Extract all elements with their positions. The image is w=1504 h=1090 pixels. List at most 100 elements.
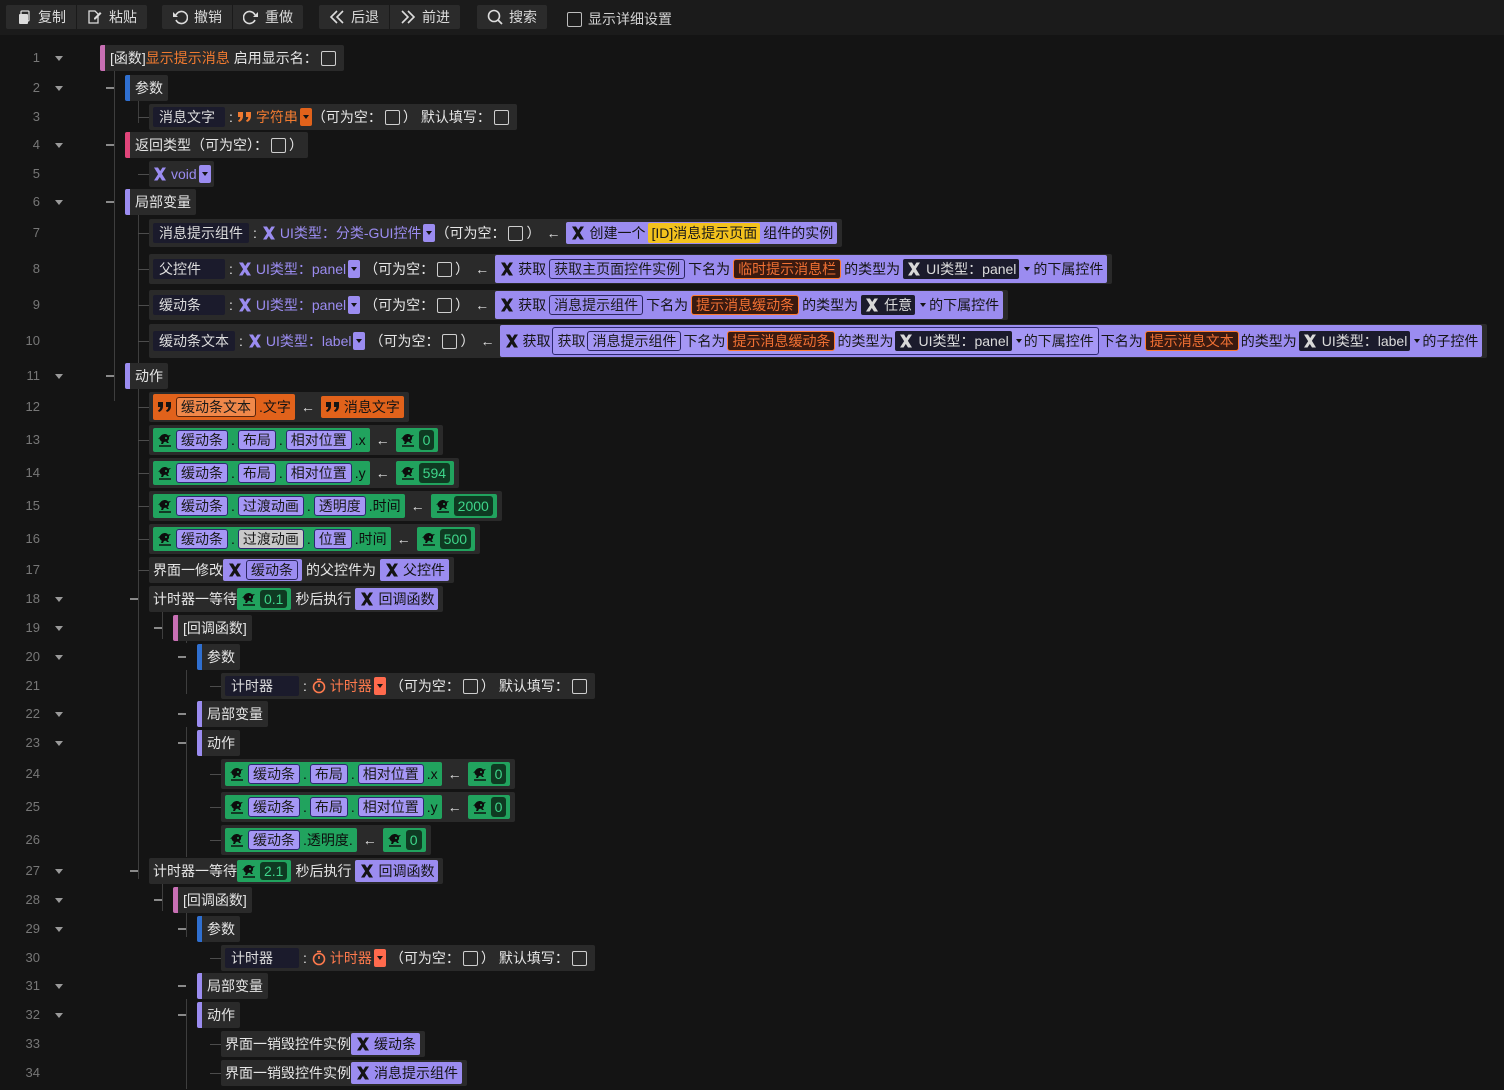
fold-toggle-icon[interactable] [55,655,63,660]
fold-toggle-icon[interactable] [55,56,63,61]
timer-wait-statement[interactable]: 计时器一等待 2.1 秒后执行 回调函数 [149,858,444,884]
object-ref[interactable]: 缓动条 [176,529,228,549]
property-ref[interactable]: 布局 [237,430,276,450]
number-literal[interactable]: 500 [439,529,472,549]
object-ref[interactable]: 缓动条 [248,764,300,784]
return-type-block[interactable]: 返回类型（可为空）： ） [125,132,308,158]
fold-toggle-icon[interactable] [55,927,63,932]
fold-toggle-icon[interactable] [55,984,63,989]
param-row[interactable]: 计时器 : 计时器 （可为空： ） 默认填写： [221,945,595,971]
fold-toggle-icon[interactable] [55,869,63,874]
child-type-dropdown[interactable] [1016,339,1022,343]
get-main-page-expr[interactable]: 获取主页面控件实例 [549,259,686,279]
type-dropdown[interactable] [348,260,361,278]
param-name-field[interactable]: 计时器 [225,676,299,696]
params-block[interactable]: 参数 [197,916,240,942]
local-var-name-field[interactable]: 缓动条文本 [153,331,235,351]
callback-block[interactable]: [回调函数] [173,615,252,641]
param-row[interactable]: 计时器 : 计时器 （可为空： ） 默认填写： [221,673,595,699]
params-block[interactable]: 参数 [197,644,240,670]
local-var-row[interactable]: 父控件 : UI类型：panel （可为空： ） ← 获取 获取主页面控件实例 下名为… [149,254,1113,284]
object-ref[interactable]: 缓动条 [248,797,300,817]
property-ref[interactable]: 相对位置 [285,430,352,450]
param-name-field[interactable]: 计时器 [225,948,299,968]
fold-toggle-icon[interactable] [55,597,63,602]
param-type[interactable]: 字符串 [237,107,298,127]
get-child-expr[interactable]: 获取 获取 消息提示组件 下名为 提示消息缓动条 的类型为 UI类型：panel 的下属控件下… [500,325,1483,357]
id-value[interactable]: [ID]消息提示页面 [648,223,761,243]
fold-toggle-icon[interactable] [55,741,63,746]
nested-get-expr[interactable]: 获取 消息提示组件 下名为 提示消息缓动条 的类型为 UI类型：panel 的下属控件 [552,327,1099,355]
fold-toggle-icon[interactable] [55,200,63,205]
paste-button[interactable]: 粘贴 [76,5,147,29]
default-fill-checkbox[interactable] [493,109,509,125]
number-literal[interactable]: 0 [490,764,507,784]
show-details-toggle[interactable]: 显示详细设置 [567,9,672,29]
variable-ref[interactable]: 父控件 [380,559,449,581]
number-literal[interactable]: 2.1 [260,862,288,880]
object-ref[interactable]: 缓动条 [176,430,228,450]
var-type[interactable]: UI类型：panel [237,295,346,315]
var-type[interactable]: UI类型：label [247,331,351,351]
nullable-checkbox[interactable] [437,297,453,313]
child-type[interactable]: 任意 [861,295,916,315]
number-value[interactable]: 0 [395,428,439,452]
fold-toggle-icon[interactable] [55,86,63,91]
local-var-row[interactable]: 消息提示组件 : UI类型：分类-GUI控件 （可为空： ） ← 创建一个 [ID]… [149,219,843,247]
enable-display-name-checkbox[interactable] [320,50,336,66]
number-lvalue[interactable]: 缓动条. 布局. 相对位置 .y [225,795,442,819]
local-var-name-field[interactable]: 父控件 [153,259,225,279]
object-ref[interactable]: 缓动条 [176,463,228,483]
number-literal[interactable]: 0.1 [260,590,288,608]
number-value[interactable]: 0.1 [237,588,292,610]
nullable-checkbox[interactable] [442,333,458,349]
actions-block[interactable]: 动作 [197,730,240,756]
default-fill-checkbox[interactable] [571,678,587,694]
nullable-checkbox[interactable] [462,678,478,694]
property-ref[interactable]: 透明度 [313,496,366,516]
param-name-field[interactable]: 消息文字 [153,107,225,127]
child-type-dropdown[interactable] [920,303,926,307]
variable-ref[interactable]: 缓动条 [351,1033,420,1055]
child-name-string[interactable]: 临时提示消息栏 [733,259,842,279]
forward-button[interactable]: 前进 [389,5,460,29]
local-var-name-field[interactable]: 消息提示组件 [153,223,249,243]
show-details-checkbox[interactable] [567,11,582,27]
copy-button[interactable]: 复制 [6,5,76,29]
type-dropdown[interactable] [373,949,386,967]
default-fill-checkbox[interactable] [571,950,587,966]
local-vars-block[interactable]: 局部变量 [197,973,268,999]
number-value[interactable]: 500 [416,527,476,551]
number-lvalue[interactable]: 缓动条. 布局. 相对位置 .y [153,461,370,485]
object-ref[interactable]: 缓动条 [176,496,228,516]
variable-ref[interactable]: 缓动条 [223,559,302,581]
local-var-row[interactable]: 缓动条文本 : UI类型：label （可为空：） ← 获取 获取 消息提示组件 下名… [149,324,1488,358]
assignment-row[interactable]: 缓动条. 布局. 相对位置 .y ← 0 [221,792,516,822]
function-name[interactable]: 显示提示消息 [146,48,230,68]
destroy-statement[interactable]: 界面一销毁控件实例 消息提示组件 [221,1060,467,1086]
param-row[interactable]: 消息文字 : 字符串 （可为空： ） 默认填写： [149,104,517,130]
get-child-expr[interactable]: 获取 消息提示组件 下名为 提示消息缓动条 的类型为 任意 的下属控件 [495,291,1004,319]
number-literal[interactable]: 0 [405,830,422,850]
child-name-string[interactable]: 提示消息缓动条 [727,331,836,351]
assignment-row[interactable]: 缓动条文本 .文字 ← 消息文字 [149,392,409,422]
number-literal[interactable]: 2000 [453,496,493,516]
string-value[interactable]: 消息文字 [320,396,404,418]
type-dropdown[interactable] [299,108,312,126]
actions-block[interactable]: 动作 [125,363,168,389]
string-lvalue[interactable]: 缓动条文本 .文字 [153,394,295,420]
params-block[interactable]: 参数 [125,75,168,101]
nullable-checkbox[interactable] [462,950,478,966]
property-ref[interactable]: 布局 [237,463,276,483]
create-instance-expr[interactable]: 创建一个 [ID]消息提示页面 组件的实例 [566,222,838,244]
get-child-expr[interactable]: 获取 获取主页面控件实例 下名为 临时提示消息栏 的类型为 UI类型：panel 的下属控件 [495,255,1108,283]
number-value[interactable]: 2000 [430,494,497,518]
type-dropdown[interactable] [423,224,436,242]
assignment-row[interactable]: 缓动条 .透明度. ← 0 [221,825,431,855]
property-ref[interactable]: 布局 [309,764,348,784]
destroy-statement[interactable]: 界面一销毁控件实例 缓动条 [221,1031,425,1057]
callback-block[interactable]: [回调函数] [173,887,252,913]
local-var-name-field[interactable]: 缓动条 [153,295,225,315]
void-dropdown[interactable] [198,165,211,183]
number-lvalue[interactable]: 缓动条. 布局. 相对位置 .x [153,428,370,452]
